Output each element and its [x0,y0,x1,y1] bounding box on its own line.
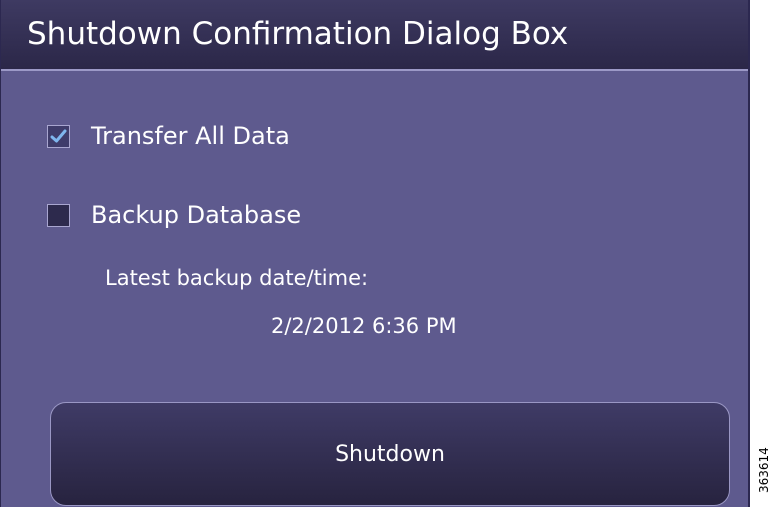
dialog-titlebar: Shutdown Confirmation Dialog Box [1,0,748,71]
transfer-all-data-checkbox[interactable] [47,124,70,148]
transfer-all-data-option[interactable]: Transfer All Data [47,120,290,152]
latest-backup-label: Latest backup date/time: [105,266,369,290]
shutdown-button[interactable]: Shutdown [50,402,730,506]
latest-backup-value: 2/2/2012 6:36 PM [271,314,457,338]
backup-database-checkbox[interactable] [47,203,70,227]
dialog-title: Shutdown Confirmation Dialog Box [27,16,569,52]
backup-database-option[interactable]: Backup Database [47,199,301,231]
transfer-all-data-label[interactable]: Transfer All Data [91,120,290,152]
checkmark-icon [50,129,67,142]
backup-database-label[interactable]: Backup Database [91,199,301,231]
shutdown-dialog: Shutdown Confirmation Dialog Box Transfe… [0,0,750,507]
figure-id: 363614 [757,447,771,493]
